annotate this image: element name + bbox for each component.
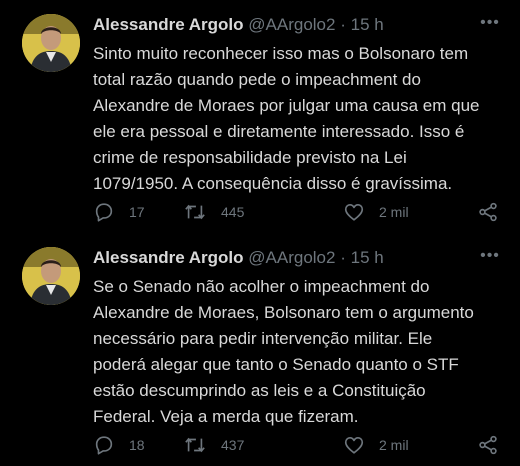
avatar[interactable] (22, 14, 80, 72)
share-button[interactable] (477, 201, 499, 223)
avatar[interactable] (22, 247, 80, 305)
share-icon (479, 202, 497, 222)
reply-icon (95, 436, 113, 455)
retweet-count: 445 (221, 204, 245, 220)
tweet-text-line: total razão quando pede o impeachment do (93, 70, 421, 89)
tweet-header: Alessandre Argolo @AArgolo2 · 15 h (93, 247, 384, 269)
reply-button[interactable]: 17 (93, 201, 145, 223)
action-bar: 18 437 2 mil (93, 434, 507, 456)
author-name[interactable]: Alessandre Argolo (93, 248, 244, 267)
tweet-text-line: estão descumprindo as leis e a Constitui… (93, 381, 426, 400)
tweet-text-line: Sinto muito reconhecer isso mas o Bolson… (93, 44, 469, 63)
more-icon[interactable]: ••• (478, 247, 502, 269)
tweet-text-line: necessário para pedir intervenção milita… (93, 329, 433, 348)
like-icon (344, 437, 364, 454)
retweet-count: 437 (221, 437, 245, 453)
reply-button[interactable]: 18 (93, 434, 145, 456)
tweet-text-line: Federal. Veja a merda que fizeram. (93, 407, 359, 426)
reply-count: 17 (129, 204, 145, 220)
tweet-text: Sinto muito reconhecer isso mas o Bolson… (93, 41, 503, 197)
tweet-text-line: crime de responsabilidade previsto na Le… (93, 148, 407, 167)
tweet-text-line: Alexandre de Moraes por julgar uma causa… (93, 96, 480, 115)
tweet-header: Alessandre Argolo @AArgolo2 · 15 h (93, 14, 384, 36)
author-handle[interactable]: @AArgolo2 (248, 248, 335, 267)
like-count: 2 mil (379, 204, 409, 220)
tweet-text: Se o Senado não acolher o impeachment do… (93, 274, 503, 430)
tweet-text-line: ele era pessoal e diretamente interessad… (93, 122, 465, 141)
reply-count: 18 (129, 437, 145, 453)
author-handle[interactable]: @AArgolo2 (248, 15, 335, 34)
timestamp[interactable]: 15 h (351, 248, 384, 267)
share-icon (479, 435, 497, 455)
like-button[interactable]: 2 mil (343, 201, 409, 223)
tweet-text-line: poderá alegar que tanto o Senado quanto … (93, 355, 459, 374)
tweet-text-line: Se o Senado não acolher o impeachment do (93, 277, 430, 296)
retweet-icon (185, 437, 205, 453)
separator: · (340, 15, 346, 34)
tweet[interactable]: Alessandre Argolo @AArgolo2 · 15 h ••• S… (0, 233, 520, 466)
more-icon[interactable]: ••• (478, 14, 502, 36)
retweet-button[interactable]: 437 (183, 434, 244, 456)
action-bar: 17 445 2 mil (93, 201, 507, 223)
author-name[interactable]: Alessandre Argolo (93, 15, 244, 34)
retweet-icon (185, 204, 205, 220)
like-button[interactable]: 2 mil (343, 434, 409, 456)
like-count: 2 mil (379, 437, 409, 453)
tweet-text-line: Alexandre de Moraes, Bolsonaro tem o arg… (93, 303, 474, 322)
share-button[interactable] (477, 434, 499, 456)
separator: · (340, 248, 346, 267)
retweet-button[interactable]: 445 (183, 201, 244, 223)
timestamp[interactable]: 15 h (351, 15, 384, 34)
reply-icon (95, 203, 113, 222)
tweet-text-line: 1079/1950. A consequência disso é gravís… (93, 174, 453, 193)
tweet[interactable]: Alessandre Argolo @AArgolo2 · 15 h ••• S… (0, 0, 520, 233)
like-icon (344, 204, 364, 221)
